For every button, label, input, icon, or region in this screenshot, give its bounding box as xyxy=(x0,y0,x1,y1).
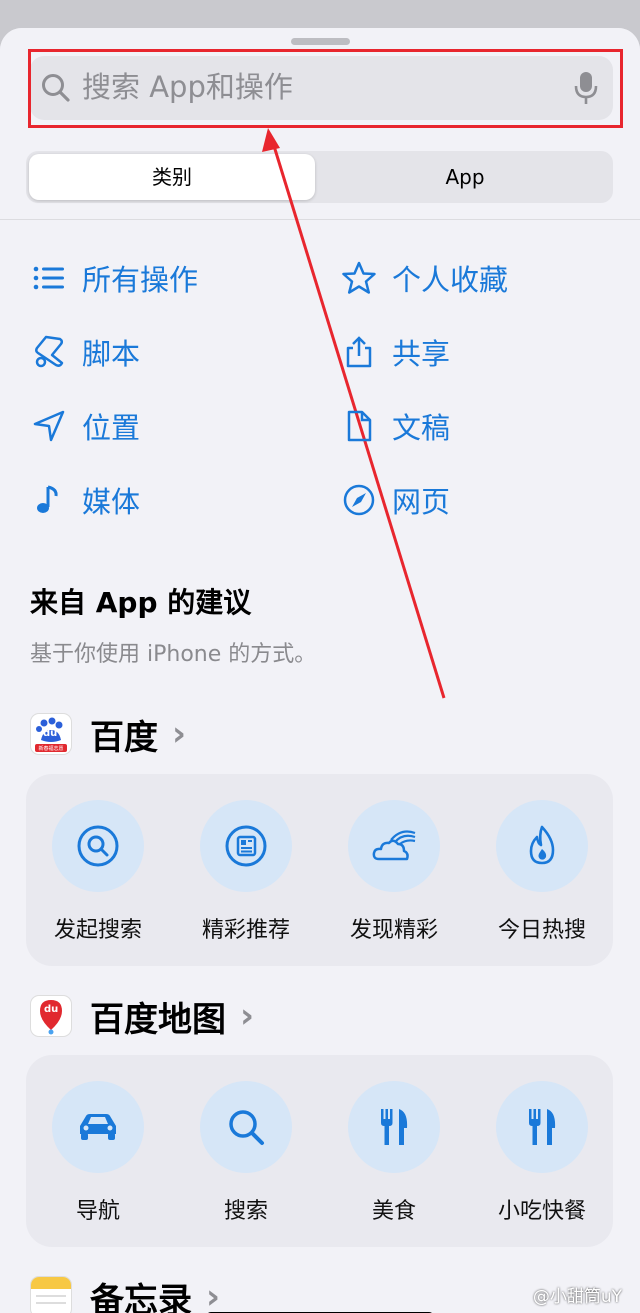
magnifier-icon xyxy=(229,1110,264,1145)
segment-categories[interactable]: 类别 xyxy=(29,154,315,200)
notes-app-icon xyxy=(30,1276,72,1313)
car-icon xyxy=(80,1114,116,1140)
share-icon xyxy=(346,336,372,368)
category-label: 媒体 xyxy=(82,485,141,519)
category-label: 文稿 xyxy=(392,411,451,445)
fork-knife-icon xyxy=(529,1109,556,1145)
cloud-rainbow-icon xyxy=(372,830,416,861)
category-location[interactable]: 位置 xyxy=(32,404,140,448)
action-label: 今日热搜 xyxy=(497,918,586,943)
chevron-right-icon: › xyxy=(206,1277,221,1313)
action-map-snack[interactable]: 小吃快餐 xyxy=(472,1081,612,1225)
location-arrow-icon xyxy=(33,410,65,442)
action-label: 美食 xyxy=(371,1199,416,1224)
chevron-right-icon: › xyxy=(240,996,255,1036)
music-note-icon xyxy=(37,485,58,513)
action-label: 小吃快餐 xyxy=(497,1199,586,1224)
category-label: 个人收藏 xyxy=(392,263,509,297)
app-icon-badge: du xyxy=(44,1004,59,1015)
app-name: 百度地图 xyxy=(90,999,226,1040)
action-baidu-trending[interactable]: 今日热搜 xyxy=(472,800,612,944)
app-name: 备忘录 xyxy=(90,1280,192,1313)
action-label: 精彩推荐 xyxy=(201,918,290,943)
search-circle-icon xyxy=(77,825,119,867)
category-label: 所有操作 xyxy=(82,263,199,297)
category-favorites[interactable]: 个人收藏 xyxy=(342,256,508,300)
category-scripting[interactable]: 脚本 xyxy=(32,330,140,374)
app-header-notes[interactable]: 备忘录 › xyxy=(30,1275,220,1313)
document-icon xyxy=(347,410,372,442)
sheet-header: 搜索 App和操作 类别 App xyxy=(0,28,640,220)
category-segmented-control: 类别 App xyxy=(26,151,613,203)
fork-knife-icon xyxy=(381,1109,408,1145)
category-label: 位置 xyxy=(82,411,141,445)
app-icon-badge: du xyxy=(43,728,58,739)
action-map-search[interactable]: 搜索 xyxy=(176,1081,316,1225)
search-highlight-box xyxy=(28,49,623,128)
action-baidu-recommend[interactable]: 精彩推荐 xyxy=(176,800,316,944)
segment-apps[interactable]: App xyxy=(320,154,610,200)
action-baidu-discover[interactable]: 发现精彩 xyxy=(324,800,464,944)
script-icon xyxy=(34,335,64,368)
suggestions-title: 来自 App 的建议 xyxy=(30,586,252,619)
action-baidu-search[interactable]: 发起搜索 xyxy=(28,800,168,944)
category-all-actions[interactable]: 所有操作 xyxy=(32,256,198,300)
baidu-map-actions-card: 导航 搜索 美食 小吃快餐 xyxy=(26,1055,613,1247)
category-label: 共享 xyxy=(392,337,451,371)
star-icon xyxy=(342,261,376,294)
category-label: 脚本 xyxy=(82,337,141,371)
action-label: 导航 xyxy=(75,1199,120,1224)
actions-sheet: 搜索 App和操作 类别 App 所有操作 个人收藏 脚本 共享 位置 文稿 媒… xyxy=(0,28,640,1313)
app-header-baidu-map[interactable]: du 百度地图 › xyxy=(30,994,255,1040)
baidu-app-icon: du 新春福志愿 xyxy=(30,713,72,755)
category-label: 网页 xyxy=(392,485,451,519)
sheet-grabber[interactable] xyxy=(291,38,350,45)
action-label: 搜索 xyxy=(223,1199,268,1224)
app-header-baidu[interactable]: du 新春福志愿 百度 › xyxy=(30,712,187,758)
baidu-map-app-icon: du xyxy=(30,995,72,1037)
action-label: 发现精彩 xyxy=(349,918,438,943)
category-sharing[interactable]: 共享 xyxy=(342,330,450,374)
app-name: 百度 xyxy=(90,717,158,758)
watermark: @小甜筒uY xyxy=(532,1287,622,1307)
suggestions-subtitle: 基于你使用 iPhone 的方式。 xyxy=(30,642,317,667)
action-label: 发起搜索 xyxy=(53,918,142,943)
list-icon xyxy=(33,266,64,290)
action-map-navigate[interactable]: 导航 xyxy=(28,1081,168,1225)
compass-icon xyxy=(343,484,375,516)
chevron-right-icon: › xyxy=(172,714,187,754)
news-icon xyxy=(225,825,267,867)
app-icon-caption: 新春福志愿 xyxy=(38,746,64,752)
flame-icon xyxy=(529,825,555,865)
baidu-actions-card: 发起搜索 精彩推荐 发现精彩 今日热搜 xyxy=(26,774,613,966)
category-web[interactable]: 网页 xyxy=(342,478,450,522)
category-documents[interactable]: 文稿 xyxy=(342,404,450,448)
category-media[interactable]: 媒体 xyxy=(32,478,140,522)
action-map-food[interactable]: 美食 xyxy=(324,1081,464,1225)
